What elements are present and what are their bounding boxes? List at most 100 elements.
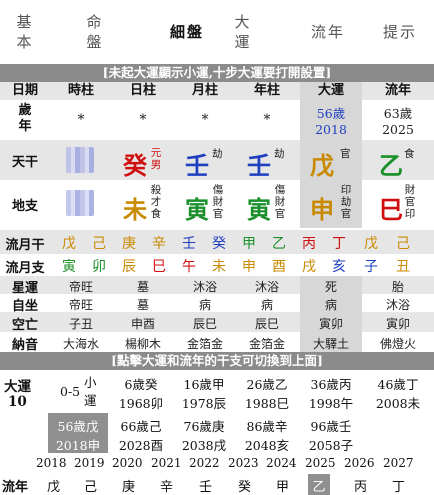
xingyun-year: 沐浴 bbox=[254, 280, 279, 294]
liuyue-gan-10[interactable]: 戊 bbox=[356, 233, 386, 253]
dayun-0-age: 6歲 bbox=[124, 377, 145, 392]
liuyue-zhi-5[interactable]: 未 bbox=[204, 256, 234, 276]
year-3[interactable]: 2021 bbox=[151, 456, 182, 470]
liuyue-gan-3[interactable]: 辛 bbox=[144, 233, 174, 253]
month-age: * bbox=[201, 112, 209, 128]
dayun-5-gan: 戊 bbox=[85, 419, 99, 434]
dayun-entry-5[interactable]: 56歲戊 2018申 bbox=[48, 413, 108, 453]
liuyue-zhi-10[interactable]: 子 bbox=[356, 256, 386, 276]
liunian-0[interactable]: 戊 bbox=[47, 476, 60, 495]
dayun-entry-1[interactable]: 16歲甲 1978辰 bbox=[175, 374, 233, 412]
tab-detail[interactable]: 細盤 bbox=[159, 22, 215, 42]
dayun-entry-4[interactable]: 46歲丁 2008未 bbox=[366, 374, 430, 412]
liuyue-zhi-6[interactable]: 申 bbox=[234, 256, 264, 276]
liunian-row-label: 流年 bbox=[2, 480, 29, 495]
liunian-8[interactable]: 丙 bbox=[354, 476, 367, 495]
dayun-stem-cell[interactable]: 戊 官 bbox=[300, 140, 362, 180]
liuyue-zhi-8[interactable]: 戌 bbox=[294, 256, 324, 276]
liuyue-gan-1[interactable]: 己 bbox=[84, 233, 114, 253]
tab-hint[interactable]: 提示 bbox=[372, 22, 428, 42]
tab-liunian[interactable]: 流年 bbox=[300, 22, 356, 42]
liuyue-gan-9[interactable]: 丁 bbox=[324, 233, 354, 253]
dayun-age-cell[interactable]: 56歲 2018 bbox=[300, 100, 362, 140]
liuyue-gan-7[interactable]: 乙 bbox=[264, 233, 294, 253]
liuyue-zhi-11[interactable]: 丑 bbox=[388, 256, 418, 276]
liuyue-gan-11[interactable]: 己 bbox=[388, 233, 418, 253]
settings-banner[interactable]: [未起大運顯示小運,十步大運要打開設置] bbox=[0, 64, 434, 82]
year-9[interactable]: 2027 bbox=[383, 456, 414, 470]
dayun-entry-7[interactable]: 76歲庚 2038戌 bbox=[175, 416, 233, 454]
liuyue-zhi-2[interactable]: 辰 bbox=[114, 256, 144, 276]
liunian-2[interactable]: 庚 bbox=[122, 476, 135, 495]
liunian-6[interactable]: 甲 bbox=[276, 476, 289, 495]
dayun-entry-6[interactable]: 66歲己 2028酉 bbox=[112, 416, 170, 454]
liunian-9[interactable]: 丁 bbox=[392, 476, 405, 495]
year-6[interactable]: 2024 bbox=[266, 456, 297, 470]
nayin-dayun: 大驛土 bbox=[300, 332, 362, 352]
zizuo-liunian: 沐浴 bbox=[385, 298, 410, 312]
tab-basic[interactable]: 基 本 bbox=[14, 12, 36, 52]
liuyue-gan-8[interactable]: 丙 bbox=[294, 233, 324, 253]
liuyue-gan-6[interactable]: 甲 bbox=[234, 233, 264, 253]
xingyun-hour: 帝旺 bbox=[68, 280, 93, 294]
dayun-9-year: 2058 bbox=[308, 438, 341, 453]
dayun-start: 10 bbox=[8, 394, 27, 410]
hour-branch-blurred bbox=[66, 190, 94, 216]
tab-chart[interactable]: 命 盤 bbox=[84, 12, 106, 52]
dayun-entry-3[interactable]: 36歲丙 1998午 bbox=[302, 374, 360, 412]
liunian-branch[interactable]: 巳 bbox=[374, 190, 408, 225]
day-age: * bbox=[139, 112, 147, 128]
liuyue-zhi-0[interactable]: 寅 bbox=[54, 256, 84, 276]
dayun-9-zhi: 子 bbox=[340, 438, 354, 453]
liuyue-zhi-7[interactable]: 酉 bbox=[264, 256, 294, 276]
year-2[interactable]: 2020 bbox=[112, 456, 143, 470]
year-5[interactable]: 2023 bbox=[228, 456, 259, 470]
year-1[interactable]: 2019 bbox=[74, 456, 105, 470]
header-hour: 時柱 bbox=[67, 83, 94, 98]
liuyue-gan-0[interactable]: 戊 bbox=[54, 233, 84, 253]
dayun-3-zhi: 午 bbox=[340, 396, 354, 411]
xingyun-dayun: 死 bbox=[300, 276, 362, 294]
year-7[interactable]: 2025 bbox=[305, 456, 336, 470]
liunian-5[interactable]: 癸 bbox=[238, 476, 251, 495]
liunian-stem[interactable]: 乙 bbox=[374, 146, 408, 181]
tab-dayun[interactable]: 大 運 bbox=[232, 12, 254, 52]
day-branch: 未 bbox=[123, 195, 147, 224]
nayin-label: 納音 bbox=[11, 338, 38, 353]
year-0[interactable]: 2018 bbox=[36, 456, 67, 470]
liuyue-gan-4[interactable]: 壬 bbox=[174, 233, 204, 253]
liuyue-zhi-3[interactable]: 巳 bbox=[144, 256, 174, 276]
dayun-6-zhi: 酉 bbox=[150, 438, 164, 453]
xingyun-day: 墓 bbox=[136, 280, 149, 294]
year-branch-sub: 傷 財 官 bbox=[274, 184, 286, 220]
liunian-7[interactable]: 乙 bbox=[308, 474, 330, 495]
liunian-1[interactable]: 己 bbox=[84, 476, 97, 495]
info-row-nayin: 納音 大海水 楊柳木 金箔金 金箔金 大驛土 佛燈火 bbox=[0, 332, 434, 353]
dayun-entry-8[interactable]: 86歲辛 2048亥 bbox=[238, 416, 296, 454]
year-8[interactable]: 2026 bbox=[344, 456, 375, 470]
dayun-1-zhi: 辰 bbox=[213, 396, 227, 411]
liunian-3[interactable]: 辛 bbox=[160, 476, 173, 495]
switch-hint-banner: [點擊大運和流年的干支可切換到上面] bbox=[0, 352, 434, 370]
liunian-age-cell[interactable]: 63歲 2025 bbox=[362, 100, 434, 140]
tiangan-row: 天干 癸 元 男 壬 劫 壬 劫 戊 官 乙 食 bbox=[0, 140, 434, 180]
dayun-entry-2[interactable]: 26歲乙 1988巳 bbox=[238, 374, 296, 412]
dayun-3-gan: 丙 bbox=[338, 377, 352, 392]
dayun-0-gan: 癸 bbox=[144, 377, 158, 392]
dayun-0-year: 1968 bbox=[118, 396, 151, 411]
dayun-branch-cell[interactable]: 申 印 劫 官 bbox=[300, 180, 362, 228]
xiaoyun-label[interactable]: 小 運 bbox=[84, 374, 98, 410]
liuyue-zhi-1[interactable]: 卯 bbox=[84, 256, 114, 276]
dayun-entry-9[interactable]: 96歲壬 2058子 bbox=[302, 416, 360, 454]
liuyue-zhi-4[interactable]: 午 bbox=[174, 256, 204, 276]
dayun-9-gan: 壬 bbox=[338, 419, 352, 434]
dayun-7-zhi: 戌 bbox=[213, 438, 227, 453]
liunian-4[interactable]: 壬 bbox=[199, 476, 212, 495]
liuyue-zhi-9[interactable]: 亥 bbox=[324, 256, 354, 276]
dayun-2-year: 1988 bbox=[244, 396, 277, 411]
liuyue-gan-5[interactable]: 癸 bbox=[204, 233, 234, 253]
liuyue-gan-2[interactable]: 庚 bbox=[114, 233, 144, 253]
dayun-stem-sub: 官 bbox=[340, 148, 351, 160]
year-4[interactable]: 2022 bbox=[189, 456, 220, 470]
dayun-entry-0[interactable]: 6歲癸 1968卯 bbox=[112, 374, 170, 412]
